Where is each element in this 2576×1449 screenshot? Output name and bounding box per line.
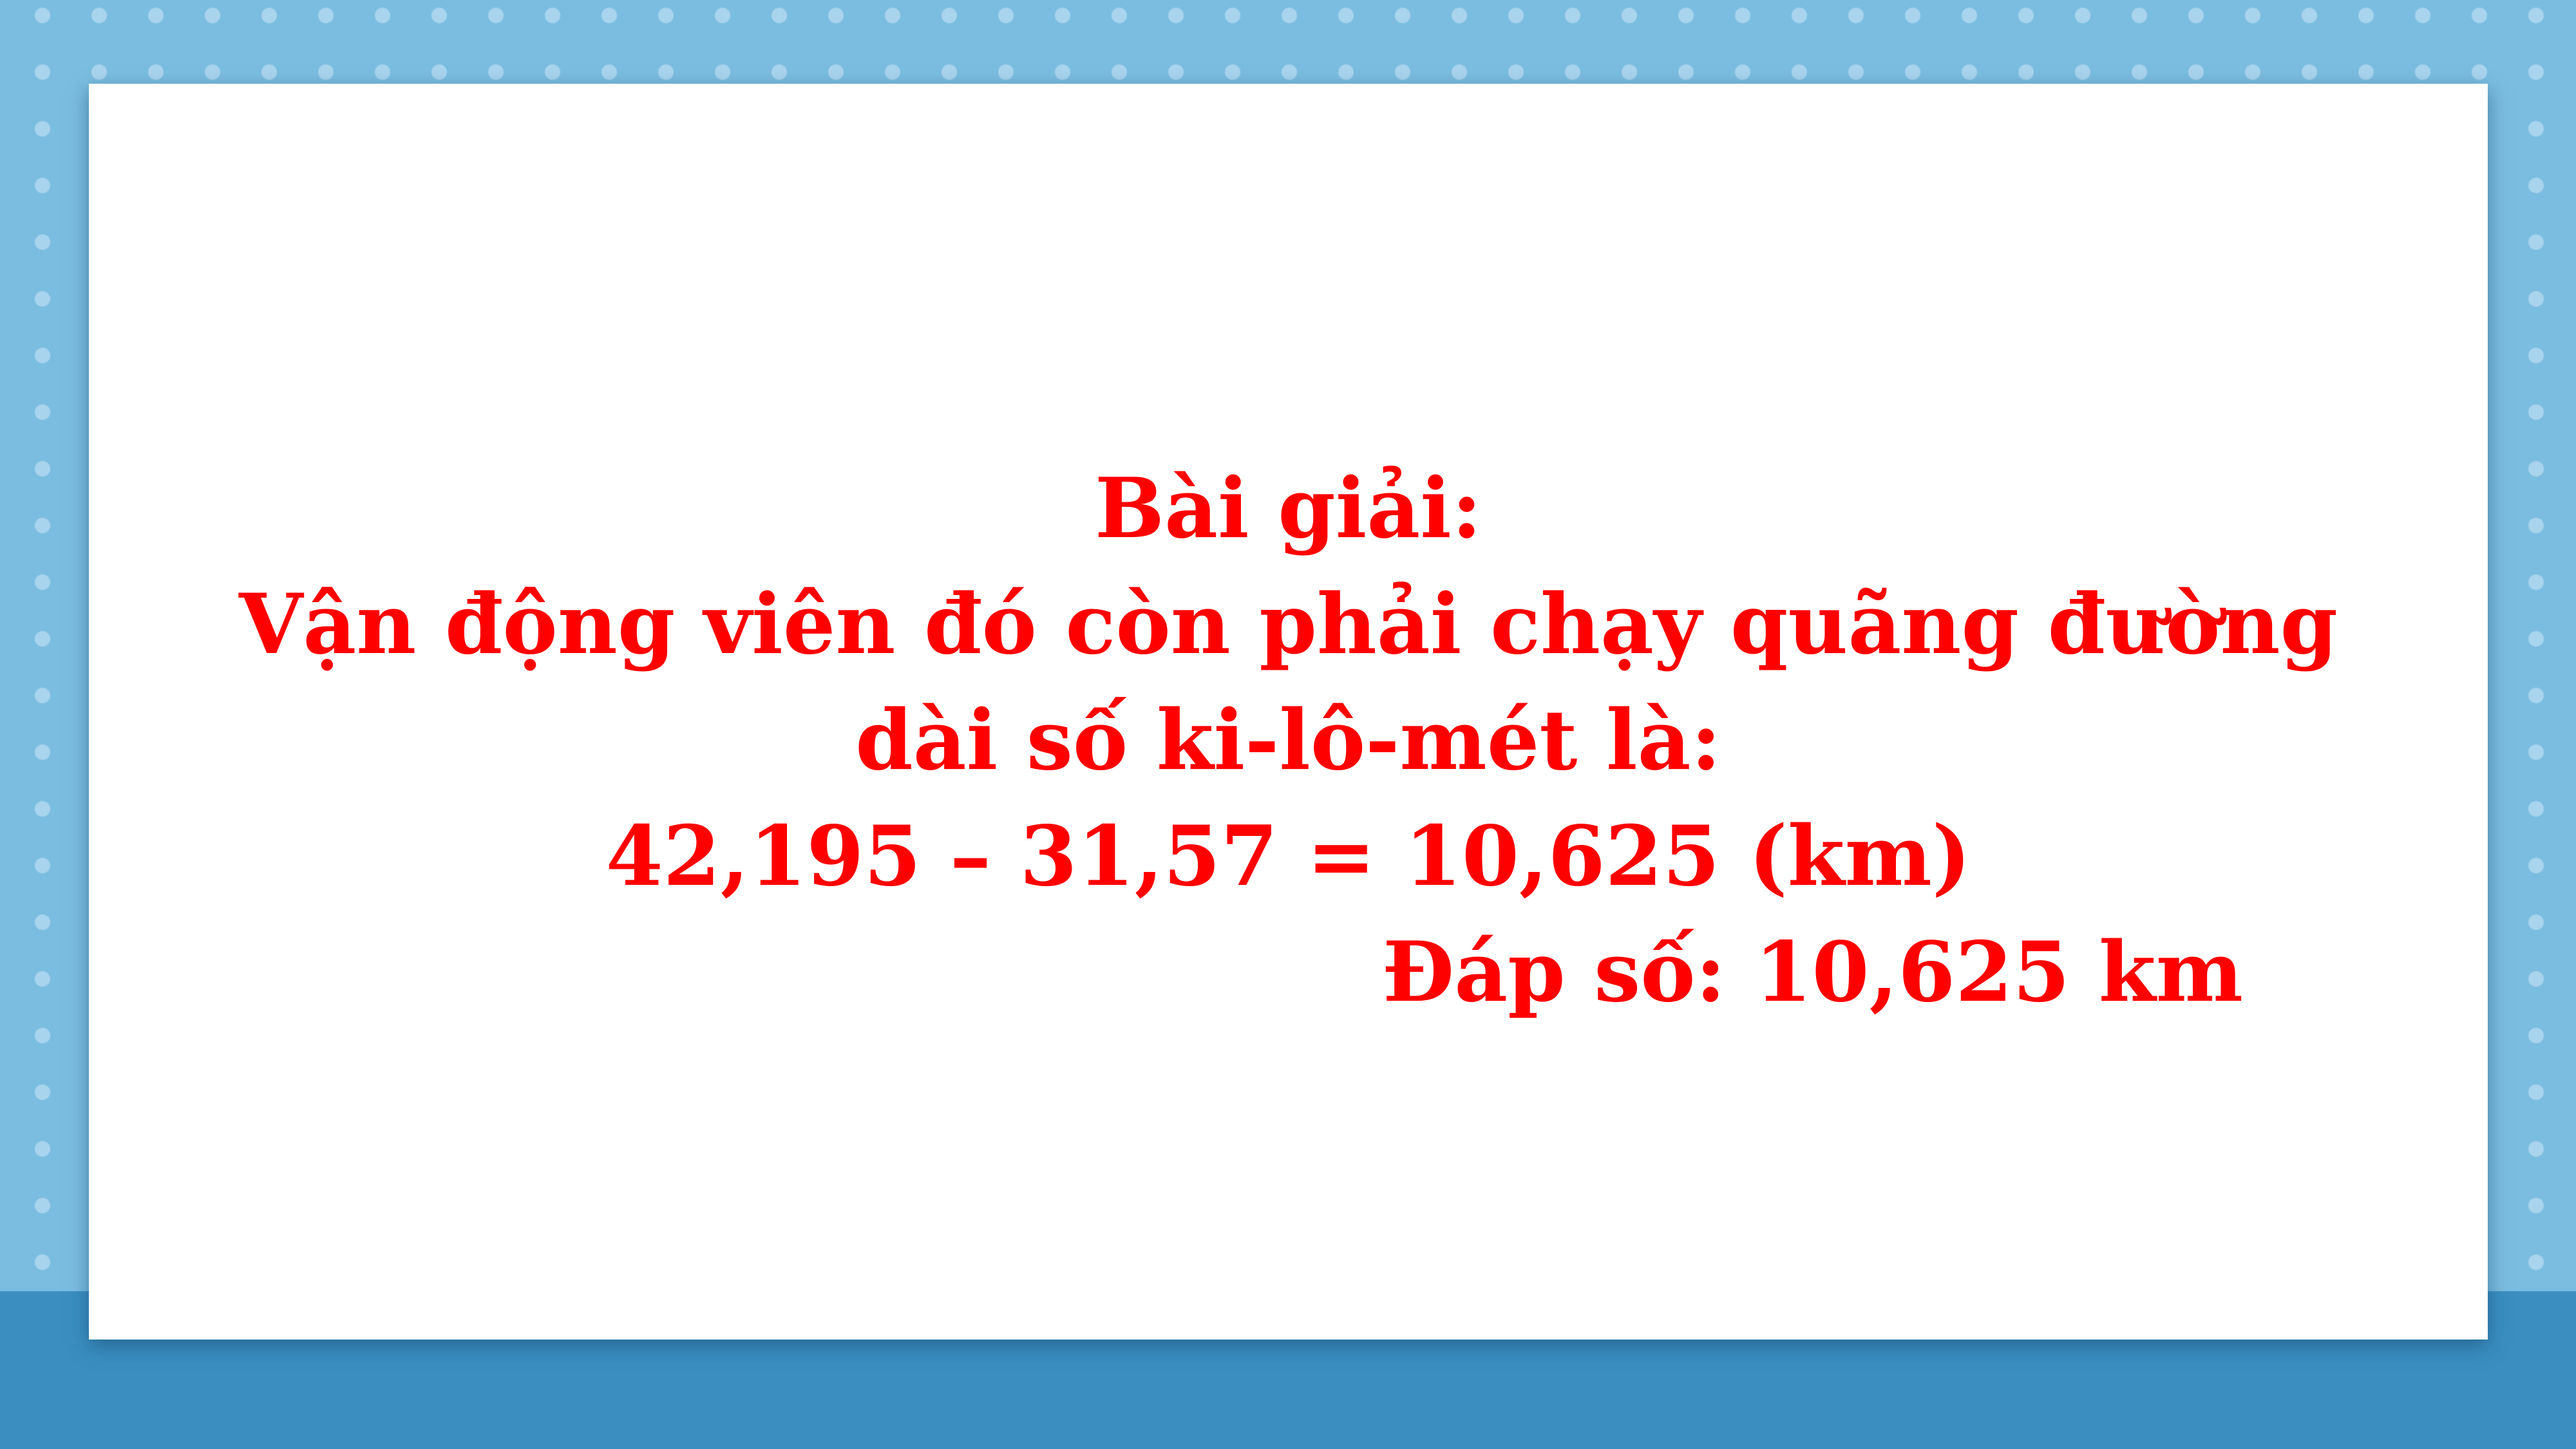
answer-line: Đáp số: 10,625 km bbox=[1382, 924, 2243, 1021]
solution-heading: Bài giải: bbox=[1094, 460, 1482, 557]
solution-sentence-line-1: Vận động viên đó còn phải chạy quãng đườ… bbox=[239, 576, 2338, 673]
solution-sentence-line-2: dài số ki-lô-mét là: bbox=[855, 692, 1721, 789]
content-card: Bài giải: Vận động viên đó còn phải chạy… bbox=[89, 84, 2488, 1340]
calculation-line: 42,195 – 31,57 = 10,625 (km) bbox=[605, 808, 1971, 905]
